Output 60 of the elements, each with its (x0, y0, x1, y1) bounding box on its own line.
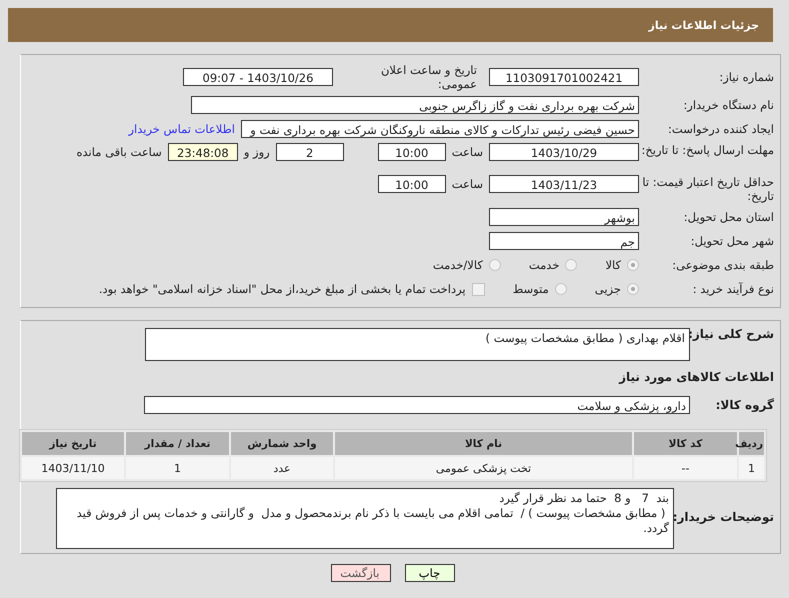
buyer-field: شرکت بهره برداری نفت و گاز زاگرس جنوبی (191, 96, 639, 114)
remaining-time-field: 23:48:08 (168, 143, 238, 161)
days-label: روز و (244, 144, 270, 161)
table-cell: -- (634, 457, 737, 479)
field-label: استان محل تحویل: (682, 210, 775, 224)
field-label: توضیحات خریدار: (674, 510, 775, 524)
radio-button[interactable] (627, 259, 639, 271)
back-button[interactable]: بازگشت (330, 564, 390, 582)
need-number-field: 1103091701002421 (489, 68, 639, 86)
field-label: مهلت ارسال پاسخ: تا تاریخ: (640, 143, 775, 157)
table-cell: 1 (739, 457, 764, 479)
field-label: گروه کالا: (714, 398, 775, 412)
field-label: نام دستگاه خریدار: (682, 98, 775, 112)
buyer-notes-field: بند 7 و 8 حتما مد نظر قرار گیرد ( مطابق مشخصات پیوست ) / تمامی اقلام می بایست با ذکر نام برندمحصول و مدل و گارانتی و خدمات پس از فروش قید گردد. (56, 488, 674, 549)
print-button[interactable]: چاپ (404, 564, 454, 582)
column-header: تعداد / مقدار (126, 432, 229, 455)
table-cell: 1403/11/10 (22, 457, 124, 479)
table-cell: 1 (126, 457, 229, 479)
field-label: ایجاد کننده درخواست: (667, 122, 775, 136)
radio-button[interactable] (627, 283, 639, 295)
column-header: کد کالا (634, 432, 737, 455)
date-field: 1403/11/23 (489, 175, 639, 193)
radio-label: متوسط (512, 282, 549, 296)
radio-button[interactable] (554, 283, 567, 295)
field-label: طبقه بندی موضوعی: (671, 258, 775, 272)
announce-date-field: 1403/10/26 - 09:07 (183, 68, 333, 86)
section-heading: اطلاعات کالاهای مورد نیاز (619, 370, 775, 384)
checkbox-label: پرداخت تمام یا بخشی از مبلغ خرید،از محل "اسناد خزانه اسلامی" خواهد بود. (98, 282, 466, 296)
field-label: تاریخ و ساعت اعلان عمومی: (380, 63, 477, 91)
field-label: حداقل تاریخ اعتبار قیمت: تا تاریخ: (641, 175, 775, 203)
time-field: 10:00 (378, 175, 446, 193)
city-field: جم (489, 232, 639, 250)
radio-label: کالا/خدمت (432, 258, 483, 272)
radio-label: جزیی (594, 282, 621, 296)
field-label: شماره نیاز: (718, 70, 775, 84)
radio-label: خدمت (528, 258, 560, 272)
field-label: نوع فرآیند خرید : (692, 282, 775, 296)
radio-button[interactable] (565, 259, 578, 271)
page-title: جزئیات اطلاعات نیاز (648, 18, 759, 32)
checkbox[interactable] (472, 282, 485, 296)
buyer-contact-link[interactable]: اطلاعات تماس خریدار (128, 122, 235, 136)
creator-field: حسین فیضی رئیس تدارکات و کالای منطقه ناروکنگان شرکت بهره برداری نفت و (241, 120, 639, 138)
time-field: 10:00 (378, 143, 446, 161)
radio-label: کالا (605, 258, 621, 272)
column-header: نام کالا (335, 432, 632, 455)
date-field: 1403/10/29 (489, 143, 639, 161)
field-label: شرح کلی نیاز: (690, 327, 775, 341)
description-field: اقلام بهداری ( مطابق مشخصات پیوست ) (145, 328, 690, 361)
column-header: تاریخ نیاز (22, 432, 124, 455)
radio-button[interactable] (488, 259, 501, 271)
table-cell: عدد (231, 457, 333, 479)
province-field: بوشهر (489, 208, 639, 226)
table-cell: تخت پزشکی عمومی (335, 457, 632, 479)
time-label: ساعت (452, 176, 483, 193)
field-label: شهر محل تحویل: (690, 234, 775, 248)
remaining-label: ساعت باقی مانده (76, 144, 162, 161)
column-header: واحد شمارش (231, 432, 333, 455)
days-field: 2 (276, 143, 344, 161)
goods-group-field: دارو، پزشکی و سلامت (144, 396, 690, 414)
time-label: ساعت (452, 144, 483, 161)
